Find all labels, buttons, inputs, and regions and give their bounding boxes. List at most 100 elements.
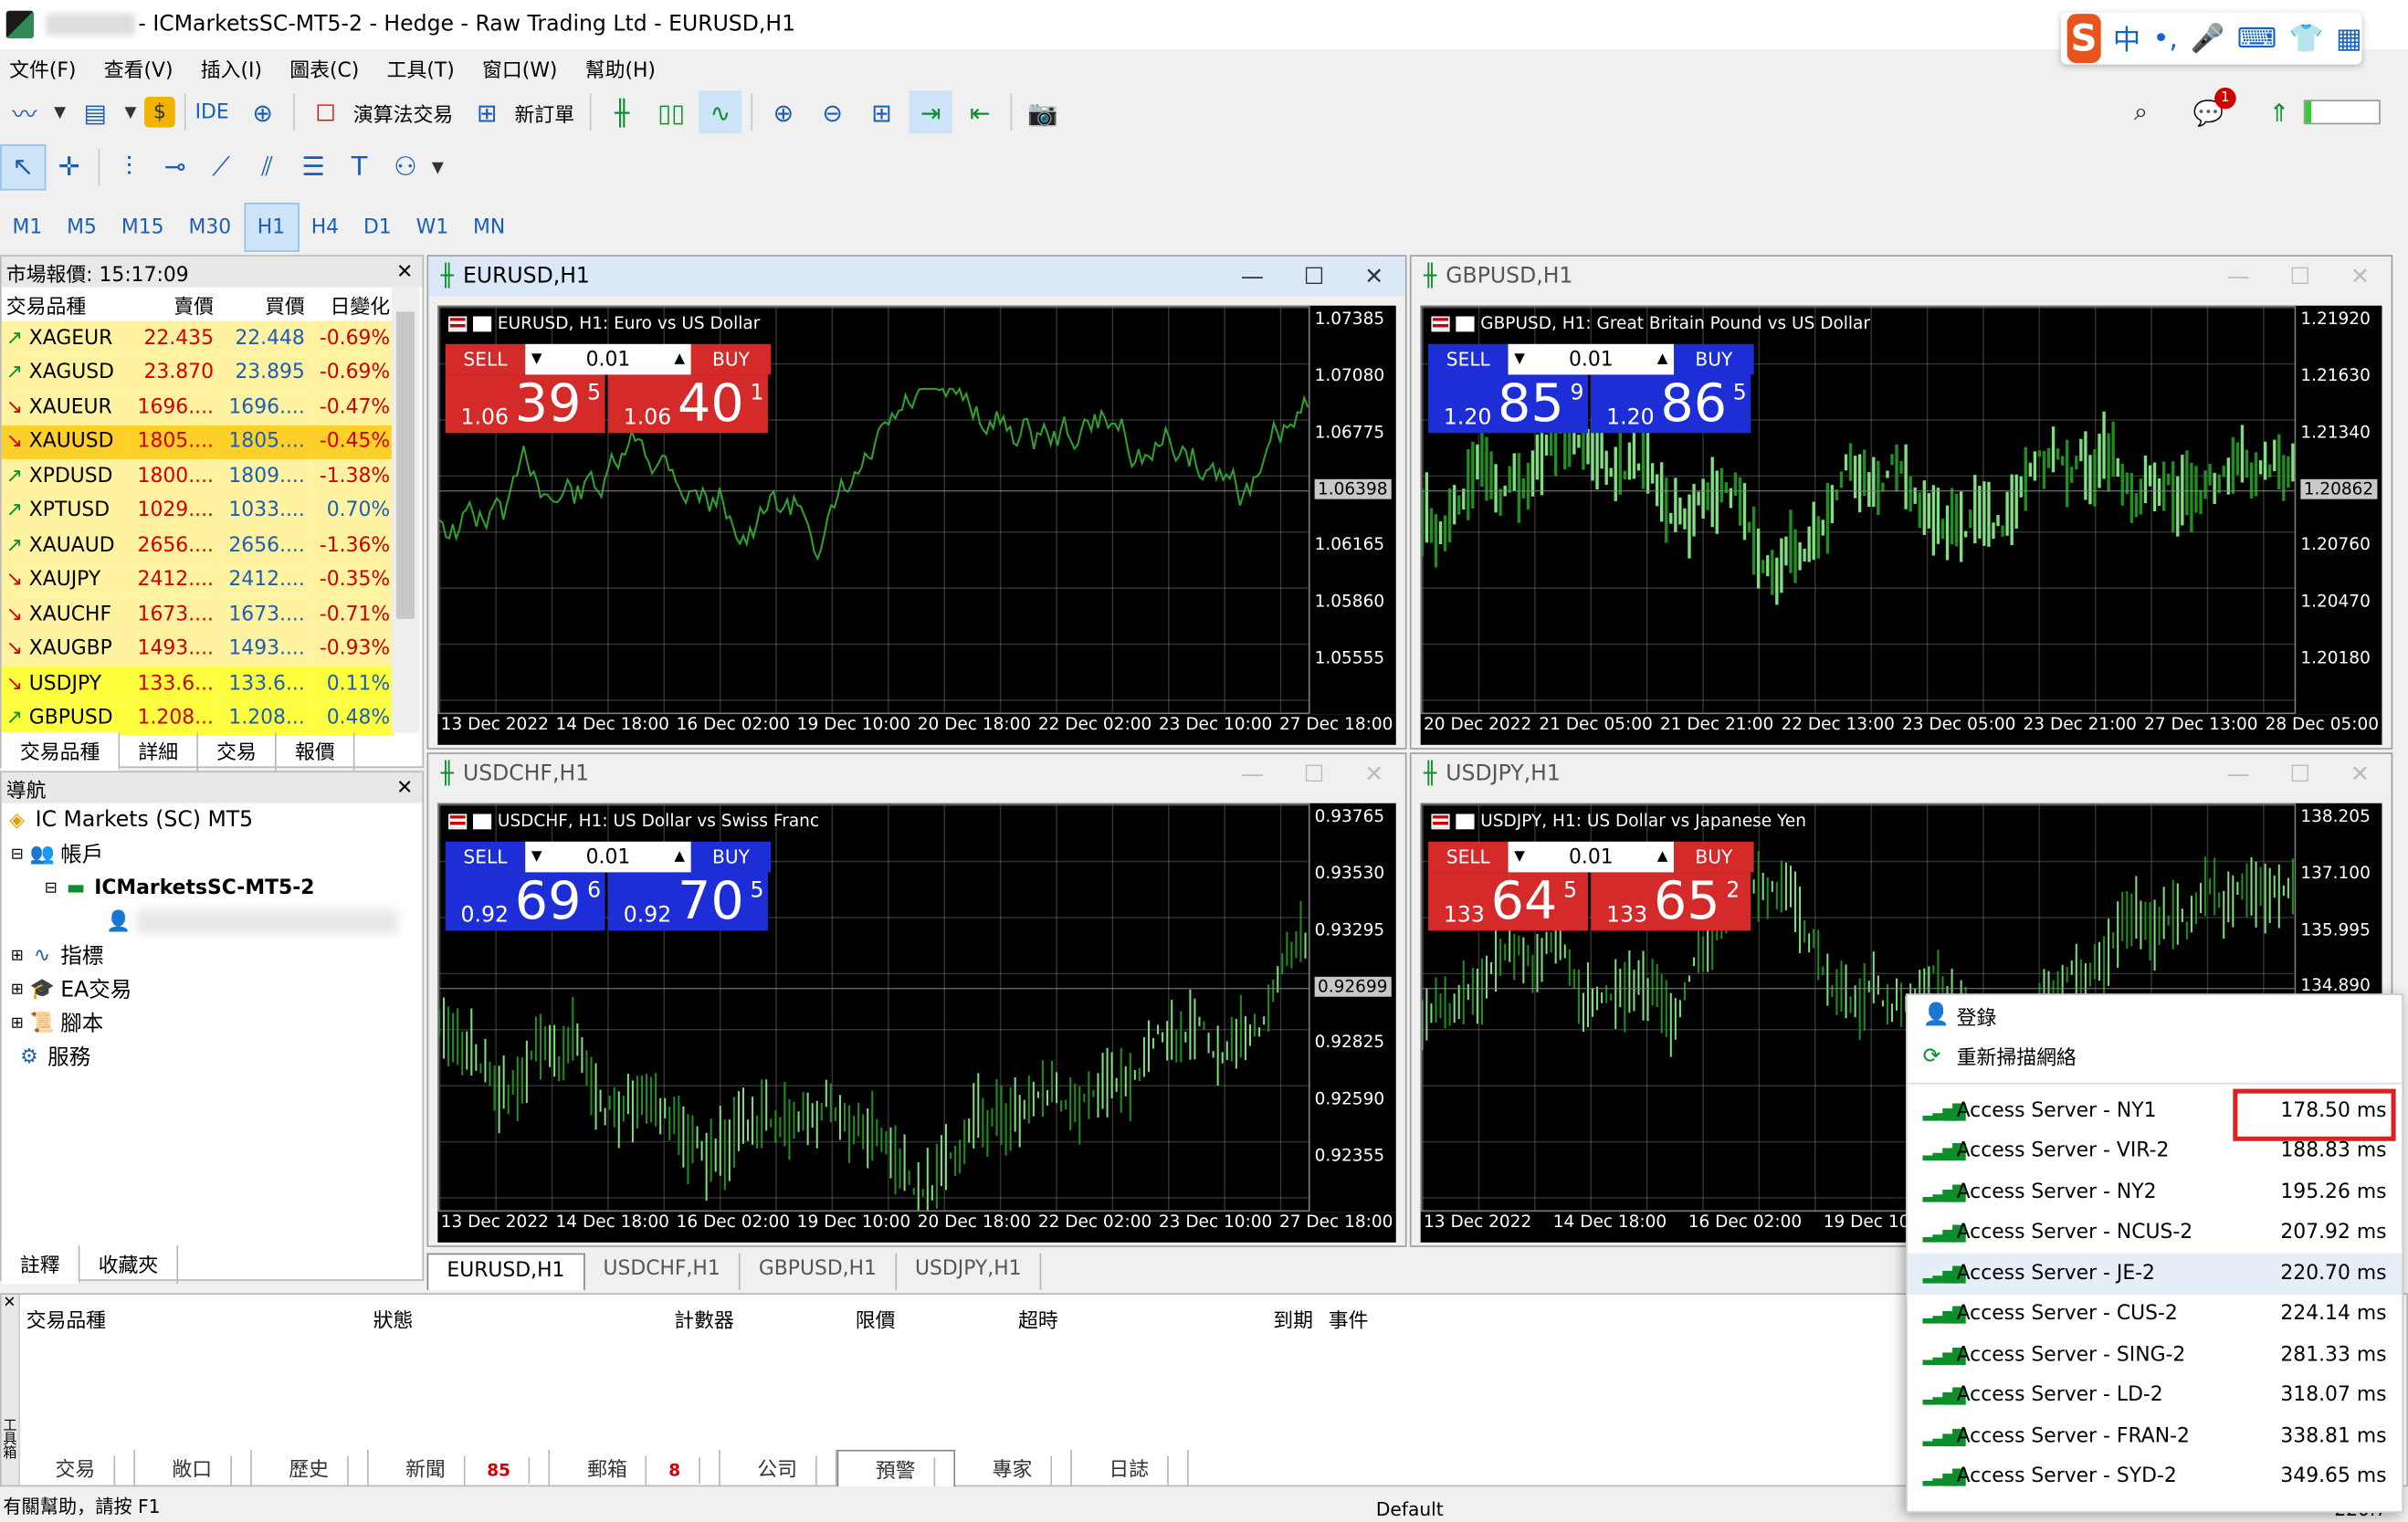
sell-button[interactable]: SELL bbox=[445, 343, 526, 375]
tab[interactable]: 註釋 bbox=[1, 1245, 80, 1285]
volume-input[interactable]: ▼ 0.01 ▲ bbox=[1508, 343, 1675, 375]
table-row[interactable]: ↗ XAUAUD 2656.... 2656.... -1.36% bbox=[1, 528, 395, 563]
chevron-up-icon[interactable]: ▲ bbox=[674, 849, 685, 865]
tab[interactable]: 交易 bbox=[198, 732, 277, 771]
tile-windows-icon[interactable]: ⊞ bbox=[860, 90, 903, 133]
minimize-icon[interactable]: — bbox=[2227, 761, 2250, 788]
rescan-menu-item[interactable]: ⟳ 重新掃描網絡 bbox=[1908, 1036, 2403, 1077]
server-item[interactable]: ▂▃▅▇ Access Server - FRAN-2 338.81 ms bbox=[1908, 1416, 2403, 1457]
buy-button[interactable]: BUY bbox=[1674, 841, 1754, 873]
bar-chart-icon[interactable]: ╫ bbox=[601, 90, 644, 133]
table-row[interactable]: ↘ XAUJPY 2412.... 2412.... -0.35% bbox=[1, 562, 395, 598]
nav-server[interactable]: ⊟ ▬ ICMarketsSC-MT5-2 bbox=[2, 871, 423, 905]
table-row[interactable]: ↗ GBPUSD 1.208... 1.208... 0.48% bbox=[1, 700, 395, 736]
nav-account-item[interactable]: 👤 bbox=[2, 905, 423, 939]
column-header[interactable]: 限價 bbox=[856, 1304, 896, 1333]
text-icon[interactable]: T bbox=[336, 144, 382, 190]
volume-input[interactable]: ▼ 0.01 ▲ bbox=[525, 343, 691, 375]
cursor-icon[interactable]: ↖ bbox=[0, 144, 47, 191]
screenshot-icon[interactable]: 📷 bbox=[1022, 90, 1065, 133]
crosshair-icon[interactable]: ✛ bbox=[46, 144, 91, 190]
tab[interactable]: 收藏夾 bbox=[79, 1245, 179, 1285]
chart-window[interactable]: ╫ GBPUSD,H1— ☐ ✕ GBPUSD, H1: Great Britain P… bbox=[1409, 255, 2393, 750]
server-item[interactable]: ▂▃▅▇ Access Server - SING-2 281.33 ms bbox=[1908, 1335, 2403, 1376]
chevron-up-icon[interactable]: ▲ bbox=[674, 352, 685, 367]
sell-price[interactable]: 0.92 69 6 bbox=[445, 872, 605, 931]
chevron-down-icon[interactable]: ▼ bbox=[1514, 849, 1525, 865]
toolbox-tab[interactable]: 交易 bbox=[18, 1449, 136, 1487]
connection-bar[interactable] bbox=[2303, 100, 2381, 125]
close-icon[interactable]: ✕ bbox=[1364, 263, 1383, 290]
candle-chart-icon[interactable]: ▯▯ bbox=[650, 90, 693, 133]
table-row[interactable]: ↗ XAGUSD 23.870 23.895 -0.69% bbox=[1, 355, 395, 391]
line-chart-icon[interactable]: ∿ bbox=[699, 90, 742, 134]
tf-h4[interactable]: H4 bbox=[299, 203, 351, 252]
table-row[interactable]: ↘ XAUUSD 1805.... 1805.... -0.45% bbox=[1, 425, 395, 459]
chart-window[interactable]: ╫ EURUSD,H1— ☐ ✕ EURUSD, H1: Euro vs US Doll… bbox=[426, 255, 1407, 750]
chart-type-icon[interactable]: 〰 bbox=[3, 90, 46, 133]
server-item[interactable]: ▂▃▅▇ Access Server - JE-2 220.70 ms bbox=[1907, 1253, 2403, 1295]
horizontal-line-icon[interactable]: ⊸ bbox=[152, 144, 197, 190]
sell-button[interactable]: SELL bbox=[1428, 841, 1509, 873]
nav-root[interactable]: ◈ IC Markets (SC) MT5 bbox=[2, 803, 423, 837]
tf-mn[interactable]: MN bbox=[461, 203, 518, 252]
chart-caption[interactable]: ╫ EURUSD,H1— ☐ ✕ bbox=[428, 256, 1405, 297]
buy-price[interactable]: 0.92 70 5 bbox=[607, 872, 768, 931]
server-item[interactable]: ▂▃▅▇ Access Server - NCUS-2 207.92 ms bbox=[1908, 1212, 2403, 1254]
menu-item[interactable]: 幫助(H) bbox=[576, 53, 675, 82]
menu-item[interactable]: 文件(F) bbox=[0, 53, 95, 82]
buy-button[interactable]: BUY bbox=[1674, 343, 1754, 375]
chart-template-icon[interactable]: ▤ bbox=[74, 90, 117, 133]
column-header[interactable]: 日變化 bbox=[310, 288, 394, 321]
channel-icon[interactable]: ⫽ bbox=[244, 144, 289, 190]
chart-tab[interactable]: EURUSD,H1 bbox=[426, 1253, 585, 1290]
buy-price[interactable]: 133 65 2 bbox=[1591, 872, 1751, 931]
toolbox-tab[interactable]: 歷史 bbox=[252, 1449, 369, 1487]
tf-m30[interactable]: M30 bbox=[176, 203, 244, 252]
chart-tab[interactable]: GBPUSD,H1 bbox=[741, 1253, 897, 1290]
trendline-icon[interactable]: ⟋ bbox=[198, 144, 244, 190]
toolbox-tab[interactable]: 新聞 85 bbox=[369, 1449, 551, 1487]
dropdown-icon[interactable]: ▼ bbox=[52, 90, 68, 133]
close-icon[interactable]: ✕ bbox=[1364, 761, 1383, 788]
column-header[interactable]: 超時 bbox=[1018, 1304, 1058, 1333]
menu-item[interactable]: 工具(T) bbox=[378, 53, 473, 82]
nav-item[interactable]: ⊞ ∿ 指標 bbox=[2, 939, 423, 972]
maximize-icon[interactable]: ☐ bbox=[1304, 263, 1325, 290]
vertical-line-icon[interactable]: ⫶ bbox=[106, 144, 152, 190]
column-header[interactable]: 計數器 bbox=[674, 1304, 734, 1333]
column-header[interactable]: 賣價 bbox=[127, 288, 218, 321]
autoscroll-icon[interactable]: ⇥ bbox=[909, 90, 952, 134]
tf-m1[interactable]: M1 bbox=[0, 203, 55, 252]
signal-lvl-icon[interactable]: ⇑ bbox=[2257, 90, 2300, 133]
ide-button[interactable]: IDE bbox=[195, 100, 229, 123]
tf-h1[interactable]: H1 bbox=[243, 203, 300, 252]
menu-item[interactable]: 查看(V) bbox=[95, 53, 192, 82]
toolbox-tab[interactable]: 公司 bbox=[720, 1449, 837, 1487]
chart-shift-icon[interactable]: ⇤ bbox=[959, 90, 1002, 133]
table-row[interactable]: ↗ XPTUSD 1029.... 1033.... 0.70% bbox=[1, 493, 395, 529]
nav-item[interactable]: ⊞ 📜 腳本 bbox=[2, 1006, 423, 1040]
table-row[interactable]: ↘ XAUGBP 1493.... 1493.... -0.93% bbox=[1, 632, 395, 667]
close-icon[interactable]: ✕ bbox=[2350, 761, 2370, 788]
buy-button[interactable]: BUY bbox=[690, 343, 772, 375]
nav-item[interactable]: ⚙ 服務 bbox=[2, 1040, 423, 1074]
table-row[interactable]: ↗ XAGEUR 22.435 22.448 -0.69% bbox=[1, 320, 395, 356]
login-menu-item[interactable]: 👤 登錄 bbox=[1908, 995, 2403, 1036]
tf-m15[interactable]: M15 bbox=[109, 203, 176, 252]
tf-w1[interactable]: W1 bbox=[404, 203, 460, 252]
zoom-out-icon[interactable]: ⊖ bbox=[811, 90, 854, 133]
minimize-icon[interactable]: — bbox=[1241, 263, 1264, 290]
server-item[interactable]: ▂▃▅▇ Access Server - NY2 195.26 ms bbox=[1908, 1171, 2403, 1212]
maximize-icon[interactable]: ☐ bbox=[1304, 761, 1325, 788]
menu-item[interactable]: 插入(I) bbox=[192, 53, 281, 82]
menu-item[interactable]: 窗口(W) bbox=[473, 53, 576, 82]
toolbox-tab[interactable]: 敞口 bbox=[135, 1449, 252, 1487]
toolbox-tab[interactable]: 專家 bbox=[955, 1449, 1073, 1487]
chart-plot[interactable]: GBPUSD, H1: Great Britain Pound vs US Do… bbox=[1420, 305, 2297, 715]
table-row[interactable]: ↘ XAUCHF 1673.... 1673.... -0.71% bbox=[1, 597, 395, 633]
sell-price[interactable]: 133 64 5 bbox=[1428, 872, 1588, 931]
server-item[interactable]: ▂▃▅▇ Access Server - LD-2 318.07 ms bbox=[1908, 1375, 2403, 1416]
chevron-up-icon[interactable]: ▲ bbox=[1657, 352, 1668, 367]
notifications-icon[interactable]: 💬 1 bbox=[2187, 87, 2236, 133]
